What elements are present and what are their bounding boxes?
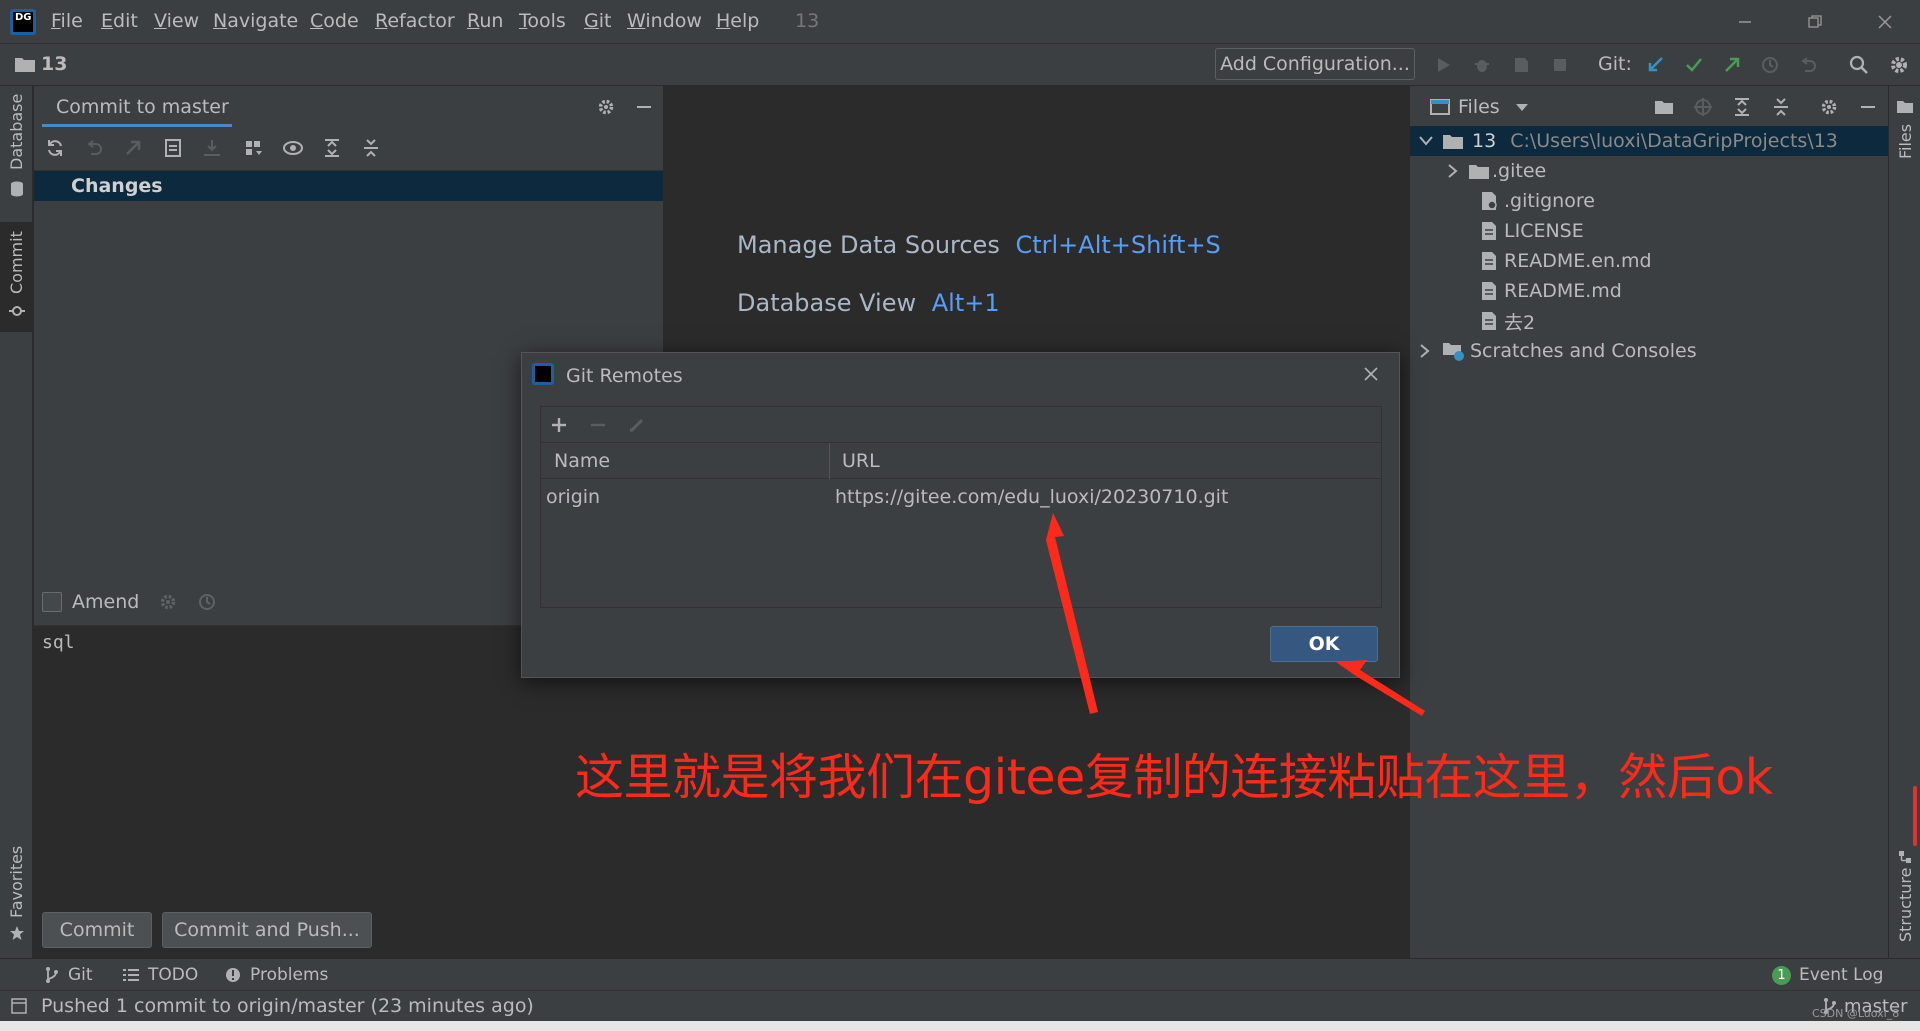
- taskbar-edge: [0, 1021, 1920, 1031]
- status-bar: Pushed 1 commit to origin/master (23 min…: [0, 990, 1920, 1021]
- problems-tool-tab[interactable]: Problems: [224, 960, 328, 990]
- branch-icon: [46, 967, 58, 983]
- annotation-arrow-url: [1046, 513, 1098, 714]
- annotation-arrow-ok: [1336, 660, 1425, 716]
- status-message[interactable]: Pushed 1 commit to origin/master (23 min…: [41, 995, 534, 1017]
- watermark-text: CSDN @Luoxi_8: [1812, 1007, 1900, 1020]
- git-tool-tab[interactable]: Git: [44, 960, 93, 990]
- layout-toggle-icon[interactable]: [6, 993, 32, 1019]
- annotation-arrows: [1046, 513, 1425, 716]
- event-log-tool-tab[interactable]: 1 Event Log: [1772, 960, 1883, 990]
- event-count-badge: 1: [1772, 965, 1791, 985]
- annotation-text: 这里就是将我们在gitee复制的连接粘贴在这里，然后ok: [575, 749, 1773, 806]
- bottom-tool-strip: Git TODO Problems 1 Event Log: [0, 958, 1920, 990]
- todo-list-icon: [123, 969, 139, 981]
- todo-tool-tab[interactable]: TODO: [122, 960, 198, 990]
- problems-icon: [226, 968, 240, 982]
